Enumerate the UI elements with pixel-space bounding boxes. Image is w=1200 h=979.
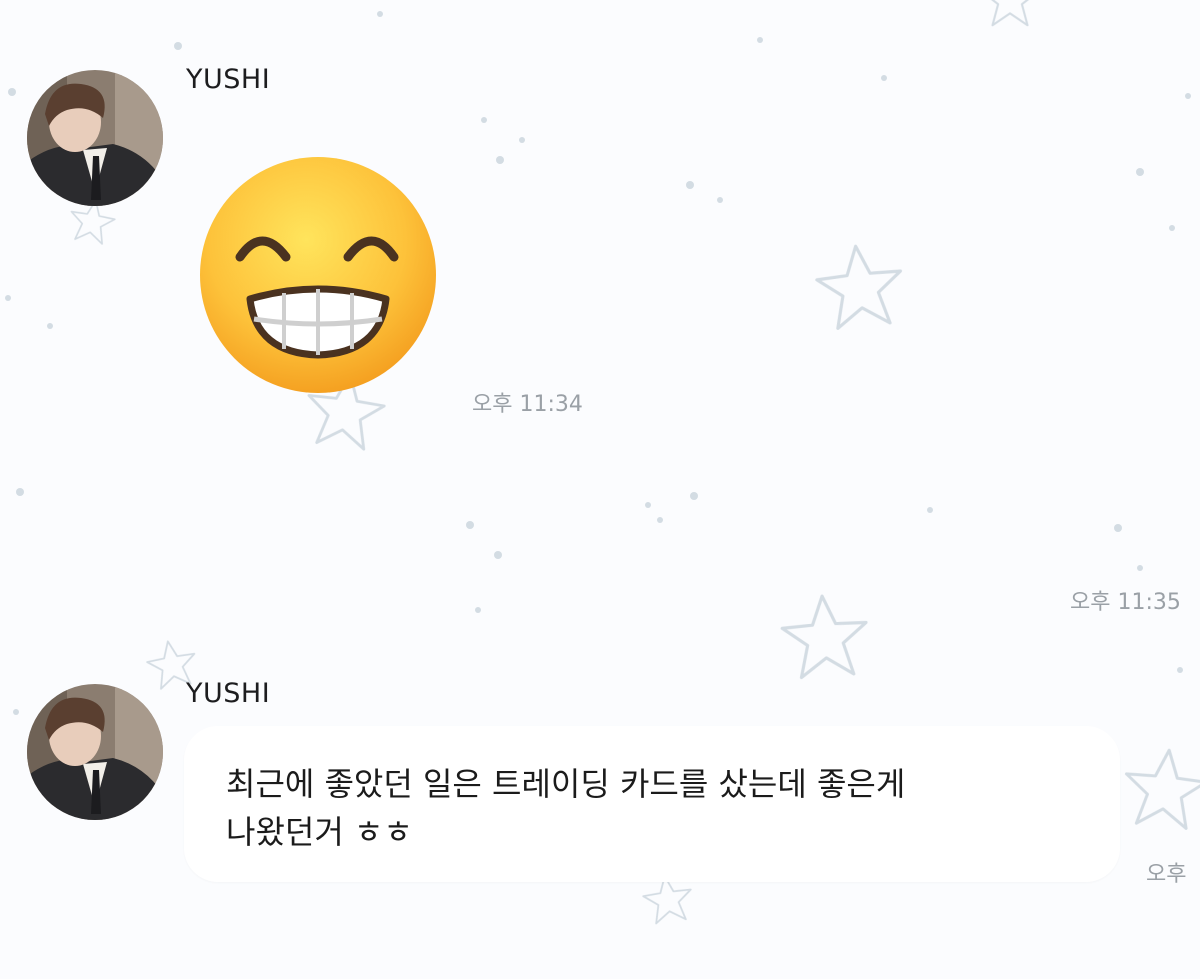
sender-name: YUSHI <box>186 678 271 709</box>
message-time: 오후 <box>1146 862 1187 887</box>
grinning-face-emoticon[interactable] <box>196 153 440 397</box>
star-doodle <box>980 0 1040 27</box>
sender-name: YUSHI <box>186 64 271 95</box>
message-text: 최근에 좋았던 일은 트레이딩 카드를 샀는데 좋은게 나왔던거 ㅎㅎ <box>226 765 906 851</box>
avatar[interactable] <box>27 70 163 206</box>
message-time: 오후 11:35 <box>1070 590 1181 615</box>
star-doodle <box>1119 744 1200 832</box>
message-bubble[interactable]: 최근에 좋았던 일은 트레이딩 카드를 샀는데 좋은게 나왔던거 ㅎㅎ <box>184 726 1120 882</box>
message-time: 오후 11:34 <box>472 392 583 417</box>
avatar[interactable] <box>27 684 163 820</box>
star-doodle <box>778 591 872 681</box>
star-doodle <box>812 240 908 332</box>
